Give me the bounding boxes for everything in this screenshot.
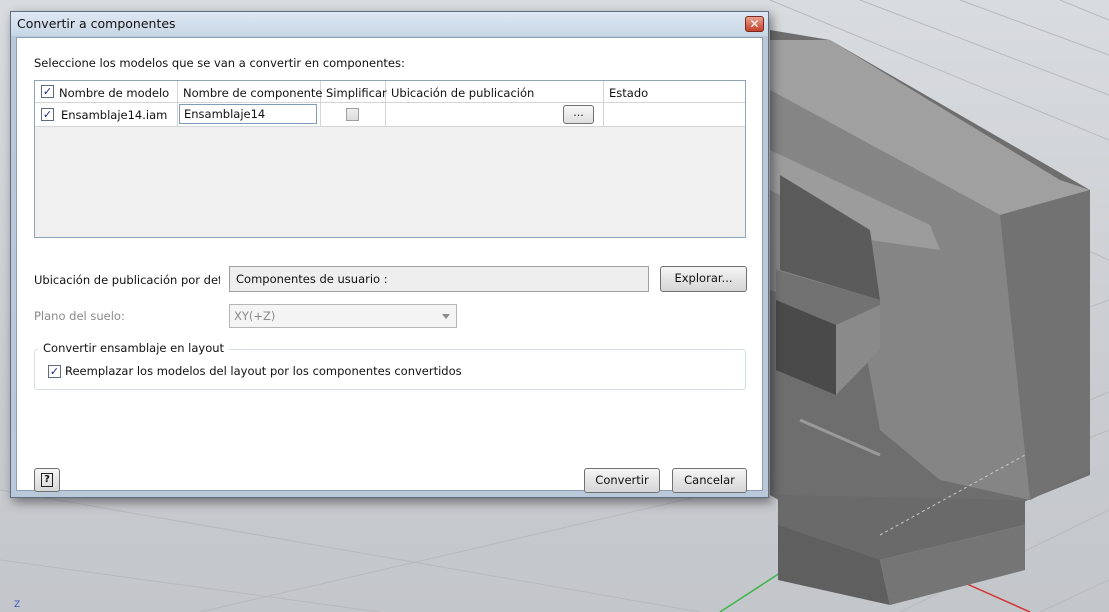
cell-component-name xyxy=(178,103,321,126)
cell-publish-location: ... xyxy=(386,103,604,126)
cell-simplify xyxy=(321,103,386,126)
dialog-body: Seleccione los modelos que se van a conv… xyxy=(16,37,763,493)
floor-plane-label: Plano del suelo: xyxy=(34,309,125,323)
help-icon: ? xyxy=(41,473,53,487)
models-table: ✓ Nombre de modelo Nombre de componente … xyxy=(34,80,746,238)
close-icon: ✕ xyxy=(749,17,760,31)
chevron-down-icon xyxy=(442,314,450,319)
default-location-field: Componentes de usuario : xyxy=(229,266,649,292)
machine-model xyxy=(770,30,1090,605)
table-header: ✓ Nombre de modelo Nombre de componente … xyxy=(35,81,745,103)
floor-plane-select[interactable]: XY(+Z) xyxy=(229,304,457,328)
simplify-checkbox[interactable] xyxy=(346,108,359,121)
explore-button[interactable]: Explorar... xyxy=(660,266,747,292)
cell-status xyxy=(604,103,745,126)
column-header-status[interactable]: Estado xyxy=(604,81,745,102)
column-header-simplify[interactable]: Simplificar xyxy=(321,81,387,102)
table-row[interactable]: ✓ Ensamblaje14.iam ... xyxy=(35,103,745,127)
select-all-checkbox[interactable]: ✓ xyxy=(41,85,54,98)
dialog-title: Convertir a componentes xyxy=(17,16,176,31)
column-header-model-name[interactable]: ✓ Nombre de modelo xyxy=(35,81,178,102)
default-location-label: Ubicación de publicación por defecto xyxy=(34,273,220,287)
convert-button[interactable]: Convertir xyxy=(584,468,660,493)
cell-model-name: ✓ Ensamblaje14.iam xyxy=(35,103,178,126)
z-axis-label: Z xyxy=(14,600,21,610)
group-title: Convertir ensamblaje en layout xyxy=(38,341,230,355)
cancel-button[interactable]: Cancelar xyxy=(672,468,747,493)
close-button[interactable]: ✕ xyxy=(745,16,764,32)
replace-models-checkbox[interactable]: ✓ xyxy=(48,365,61,378)
row-checkbox[interactable]: ✓ xyxy=(41,108,54,121)
floor-plane-value: XY(+Z) xyxy=(234,309,276,323)
component-name-input[interactable] xyxy=(179,104,317,124)
help-button[interactable]: ? xyxy=(34,468,60,492)
column-header-component-name[interactable]: Nombre de componente xyxy=(178,81,323,102)
title-bar[interactable]: Convertir a componentes ✕ xyxy=(11,12,768,36)
browse-location-button[interactable]: ... xyxy=(563,105,594,124)
replace-models-label[interactable]: Reemplazar los modelos del layout por lo… xyxy=(65,364,462,378)
column-header-publish-location[interactable]: Ubicación de publicación xyxy=(386,81,604,102)
convert-to-components-dialog: Convertir a componentes ✕ Seleccione los… xyxy=(10,11,769,498)
instruction-text: Seleccione los modelos que se van a conv… xyxy=(34,56,405,70)
